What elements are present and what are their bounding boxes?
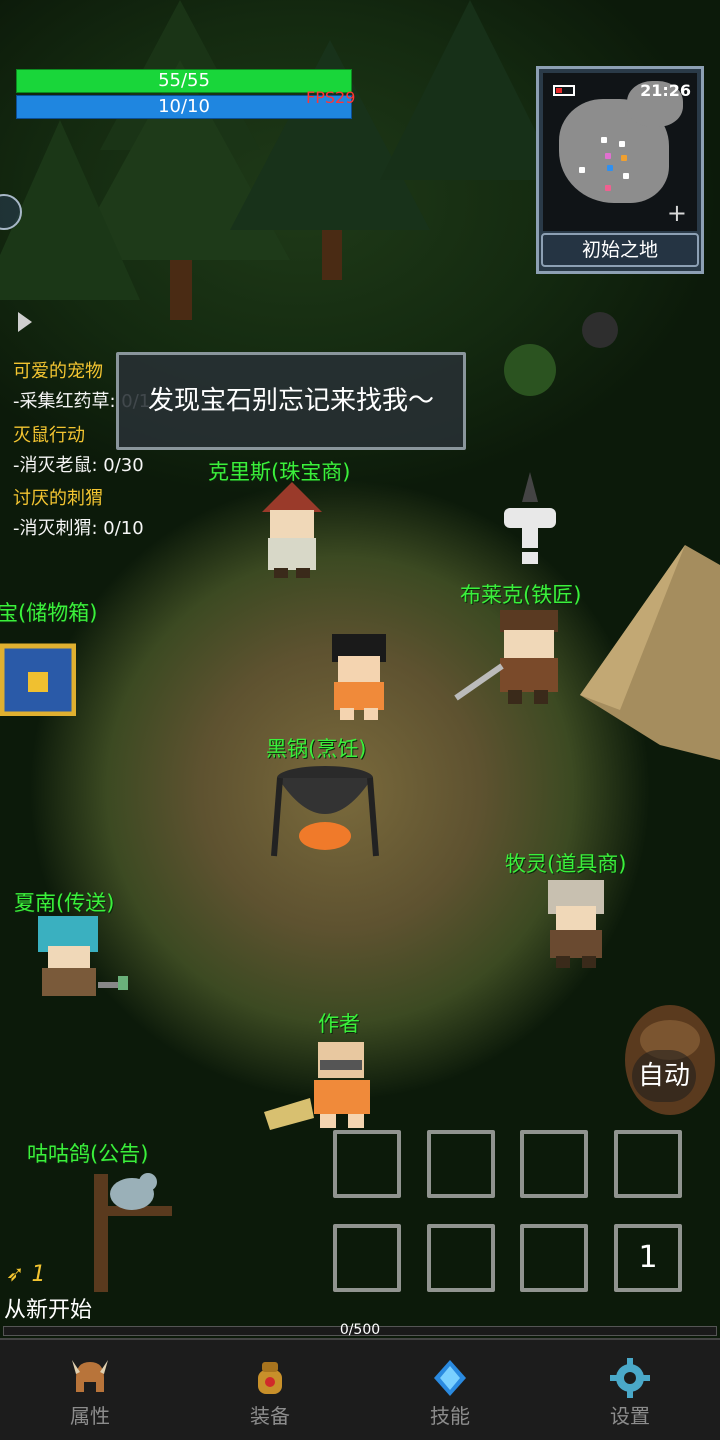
minimap-npc-marker bbox=[619, 141, 625, 147]
storage-chest[interactable] bbox=[0, 642, 76, 716]
cooking-pot[interactable] bbox=[270, 760, 380, 860]
crystal-icon bbox=[434, 1360, 466, 1396]
game-scene[interactable]: 55/55 10/10 FPS29 21:26 + 初始之地 可爱的宠物 -采集… bbox=[0, 0, 720, 1440]
nav-label: 设置 bbox=[610, 1404, 650, 1428]
npc-name-storage[interactable]: 宝(储物箱) bbox=[0, 597, 97, 627]
nav-skills[interactable]: 技能 bbox=[378, 1340, 522, 1440]
fps-counter: FPS29 bbox=[306, 88, 356, 107]
item-slot[interactable] bbox=[333, 1224, 401, 1292]
npc-teleport-sprite[interactable] bbox=[32, 912, 132, 1008]
nav-settings[interactable]: 设置 bbox=[558, 1340, 702, 1440]
npc-jeweler-sprite[interactable] bbox=[256, 480, 328, 580]
minimap[interactable]: 21:26 + 初始之地 bbox=[536, 66, 704, 274]
npc-author-sprite[interactable] bbox=[262, 1038, 378, 1138]
skill-slot[interactable] bbox=[427, 1130, 495, 1198]
minimap-npc-marker bbox=[605, 153, 611, 159]
skill-slot[interactable] bbox=[520, 1130, 588, 1198]
experience-value: 0/500 bbox=[339, 1322, 381, 1338]
quest-title[interactable]: 可爱的宠物 bbox=[13, 357, 103, 383]
nav-label: 属性 bbox=[70, 1404, 110, 1428]
minimap-npc-marker bbox=[579, 167, 585, 173]
quest-toggle-arrow-icon[interactable] bbox=[18, 312, 32, 332]
item-slot-count: 1 bbox=[638, 1240, 658, 1275]
tent bbox=[580, 545, 720, 760]
key-icon: ➶ bbox=[6, 1262, 25, 1287]
zoom-plus-icon[interactable]: + bbox=[667, 201, 687, 225]
battery-icon bbox=[553, 85, 575, 96]
npc-name-author[interactable]: 作者 bbox=[318, 1008, 360, 1038]
quest-detail: -消灭老鼠: 0/30 bbox=[13, 455, 144, 476]
npc-speech-bubble: 发现宝石别忘记来找我～ bbox=[116, 352, 466, 450]
helmet-icon bbox=[72, 1360, 108, 1392]
nav-label: 技能 bbox=[430, 1404, 470, 1428]
nav-equipment[interactable]: 装备 bbox=[198, 1340, 342, 1440]
restart-button[interactable]: 从新开始 bbox=[4, 1292, 92, 1324]
mana-value: 10/10 bbox=[158, 96, 210, 117]
item-slot[interactable] bbox=[427, 1224, 495, 1292]
auto-battle-button[interactable]: 自动 bbox=[632, 1050, 696, 1102]
npc-name-blacksmith[interactable]: 布莱克(铁匠) bbox=[460, 579, 581, 609]
item-slot[interactable] bbox=[520, 1224, 588, 1292]
health-bar: 55/55 bbox=[16, 69, 352, 93]
minimap-npc-marker bbox=[607, 165, 613, 171]
quest-detail: -消灭刺猬: 0/10 bbox=[13, 518, 144, 539]
key-counter: ➶ 1 bbox=[6, 1262, 45, 1287]
item-slot-with-count[interactable]: 1 bbox=[614, 1224, 682, 1292]
nav-label: 装备 bbox=[250, 1404, 290, 1428]
skill-slot[interactable] bbox=[614, 1130, 682, 1198]
clock: 21:26 bbox=[640, 81, 691, 100]
minimap-screen: 21:26 + bbox=[543, 73, 697, 231]
announcement-post[interactable] bbox=[82, 1164, 182, 1294]
npc-blacksmith-sprite[interactable] bbox=[452, 606, 568, 710]
quest-title[interactable]: 讨厌的刺猬 bbox=[13, 484, 103, 510]
minimap-player-marker bbox=[621, 155, 627, 161]
npc-name-item-shop[interactable]: 牧灵(道具商) bbox=[505, 848, 626, 878]
gear-icon bbox=[610, 1358, 650, 1398]
nav-attributes[interactable]: 属性 bbox=[18, 1340, 162, 1440]
npc-name-cooking[interactable]: 黑锅(烹饪) bbox=[266, 733, 366, 763]
bag-icon bbox=[258, 1362, 282, 1394]
npc-item-shop-sprite[interactable] bbox=[540, 876, 612, 972]
bottom-navigation: 属性 装备 技能 设置 bbox=[0, 1338, 720, 1440]
minimap-npc-marker bbox=[623, 173, 629, 179]
quest-title[interactable]: 灭鼠行动 bbox=[13, 421, 85, 447]
health-value: 55/55 bbox=[158, 70, 210, 91]
exclamation-quest-icon bbox=[504, 472, 556, 564]
minimap-npc-marker bbox=[601, 137, 607, 143]
player-character[interactable] bbox=[324, 632, 394, 722]
key-count: 1 bbox=[31, 1262, 46, 1287]
area-name: 初始之地 bbox=[541, 233, 699, 267]
skill-slot[interactable] bbox=[333, 1130, 401, 1198]
mana-bar: 10/10 bbox=[16, 95, 352, 119]
minimap-npc-marker bbox=[605, 185, 611, 191]
